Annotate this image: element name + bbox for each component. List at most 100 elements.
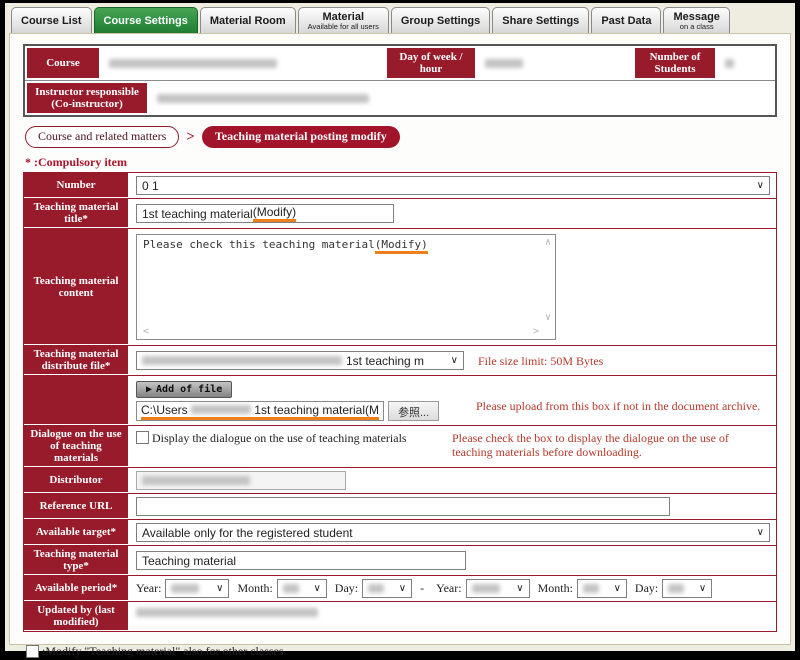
tab-past-data[interactable]: Past Data	[591, 7, 661, 33]
content-textarea[interactable]: Please check this teaching material(Modi…	[136, 234, 556, 340]
material-type-label: Teaching material type*	[24, 546, 130, 575]
tab-material[interactable]: MaterialAvailable for all users	[298, 7, 389, 33]
period-end-day-select[interactable]: ∨	[662, 579, 712, 598]
file-size-note: File size limit: 50M Bytes	[478, 354, 603, 368]
period-start-month-select[interactable]: ∨	[277, 579, 327, 598]
available-target-select[interactable]: Available only for the registered studen…	[136, 523, 770, 542]
form-row-distribute-file: Teaching material distribute file* 1st t…	[24, 346, 776, 376]
period-end-year-select[interactable]: ∨	[466, 579, 530, 598]
form-row-available-period: Available period* Year: ∨ Month: ∨ Day: …	[24, 576, 776, 602]
form-row-content: Teaching material content Please check t…	[24, 229, 776, 346]
updated-by-label: Updated by (last modified)	[24, 602, 130, 631]
students-value	[717, 46, 775, 80]
students-label: Number of Students	[633, 46, 717, 80]
course-row: Course Day of week / hour Number of Stud…	[25, 46, 775, 80]
breadcrumb-current-page: Teaching material posting modify	[202, 126, 400, 148]
title-label: Teaching material title*	[24, 199, 130, 228]
form-row-title: Teaching material title* 1st teaching ma…	[24, 199, 776, 229]
form-row-material-type: Teaching material type* Teaching materia…	[24, 546, 776, 576]
form-row-updated-by: Updated by (last modified)	[24, 602, 776, 631]
instructor-value-redacted	[157, 94, 369, 103]
browse-button[interactable]: 参照...	[388, 401, 439, 421]
upload-note: Please upload from this box if not in th…	[476, 399, 770, 413]
app-frame: Course List Course Settings Material Roo…	[5, 3, 795, 651]
chevron-down-icon: ∨	[211, 583, 223, 594]
other-classes-label: :Modify "Teaching material" also for oth…	[42, 644, 287, 659]
dialogue-checkbox-label: Display the dialogue on the use of teach…	[152, 431, 407, 446]
instructor-value	[149, 81, 775, 115]
dialogue-checkbox[interactable]	[136, 431, 149, 444]
scroll-down-icon[interactable]: ∨	[545, 313, 551, 323]
reference-url-label: Reference URL	[24, 494, 130, 519]
form-row-number: Number 0 1 ∨	[24, 173, 776, 199]
tab-message[interactable]: Messageon a class	[663, 7, 729, 33]
material-form: Number 0 1 ∨ Teaching material title* 1s…	[23, 172, 777, 632]
course-value	[101, 46, 385, 80]
chevron-down-icon: ∨	[511, 583, 523, 594]
number-select[interactable]: 0 1 ∨	[136, 176, 770, 195]
tab-bar: Course List Course Settings Material Roo…	[5, 3, 795, 33]
distribute-file-select[interactable]: 1st teaching m ∨	[136, 351, 464, 370]
chevron-down-icon: ∨	[308, 583, 320, 594]
distributor-redacted	[142, 476, 250, 485]
course-value-redacted	[109, 59, 277, 68]
students-value-redacted	[725, 59, 734, 68]
distributor-label: Distributor	[24, 468, 130, 493]
updated-by-redacted	[136, 608, 318, 617]
chevron-down-icon: ∨	[394, 583, 406, 594]
breadcrumb-course-matters[interactable]: Course and related matters	[25, 126, 179, 148]
title-modify-highlight: (Modify)	[253, 205, 296, 222]
period-separator: -	[420, 581, 424, 596]
tab-share-settings[interactable]: Share Settings	[492, 7, 589, 33]
file-path-highlight: C:\Users 1st teaching material(M	[141, 402, 379, 420]
play-icon: ▶	[146, 384, 152, 395]
content-label: Teaching material content	[24, 229, 130, 345]
scroll-right-icon[interactable]: >	[533, 327, 539, 337]
form-row-dialogue: Dialogue on the use of teaching material…	[24, 426, 776, 468]
add-file-button[interactable]: ▶ Add of file	[136, 381, 232, 398]
reference-url-input[interactable]	[136, 497, 670, 516]
other-classes-row: :Modify "Teaching material" also for oth…	[26, 644, 777, 659]
breadcrumb-separator: >	[186, 129, 195, 146]
chevron-down-icon: ∨	[446, 355, 458, 366]
chevron-down-icon: ∨	[752, 180, 764, 191]
distributor-value	[136, 471, 346, 490]
other-classes-checkbox[interactable]	[26, 645, 39, 658]
instructor-label: Instructor responsible (Co-instructor)	[25, 81, 149, 115]
file-path-input[interactable]: C:\Users 1st teaching material(M	[136, 401, 384, 421]
form-row-available-target: Available target* Available only for the…	[24, 520, 776, 546]
course-info-table: Course Day of week / hour Number of Stud…	[23, 44, 777, 117]
scroll-left-icon[interactable]: <	[143, 327, 149, 337]
instructor-row: Instructor responsible (Co-instructor)	[25, 80, 775, 115]
tab-course-list[interactable]: Course List	[11, 7, 92, 33]
day-value-redacted	[485, 59, 523, 68]
available-target-label: Available target*	[24, 520, 130, 545]
breadcrumb: Course and related matters > Teaching ma…	[25, 126, 777, 148]
distribute-file-label: Teaching material distribute file*	[24, 346, 130, 375]
distribute-file-redacted	[142, 356, 342, 365]
form-row-distributor: Distributor	[24, 468, 776, 494]
period-start-year-select[interactable]: ∨	[165, 579, 229, 598]
file-path-redacted	[191, 405, 252, 414]
day-of-week-value	[477, 46, 633, 80]
chevron-down-icon: ∨	[752, 527, 764, 538]
main-panel: Course Day of week / hour Number of Stud…	[9, 33, 791, 645]
add-file-label-spacer	[24, 376, 130, 425]
content-modify-highlight: (Modify)	[375, 238, 428, 254]
course-label: Course	[25, 46, 101, 80]
chevron-down-icon: ∨	[694, 583, 706, 594]
scroll-up-icon[interactable]: ∧	[545, 238, 551, 248]
tab-group-settings[interactable]: Group Settings	[391, 7, 490, 33]
material-type-input[interactable]: Teaching material	[136, 551, 466, 570]
number-label: Number	[24, 173, 130, 198]
period-end-month-select[interactable]: ∨	[577, 579, 627, 598]
period-start-day-select[interactable]: ∨	[362, 579, 412, 598]
dialogue-note: Please check the box to display the dial…	[452, 431, 770, 459]
tab-course-settings[interactable]: Course Settings	[94, 7, 198, 33]
title-input[interactable]: 1st teaching material(Modify)	[136, 204, 394, 223]
tab-material-room[interactable]: Material Room	[200, 7, 296, 33]
form-row-reference-url: Reference URL	[24, 494, 776, 520]
day-of-week-label: Day of week / hour	[385, 46, 477, 80]
available-period-label: Available period*	[24, 576, 130, 601]
form-row-add-file: ▶ Add of file C:\Users 1st teaching mate…	[24, 376, 776, 426]
